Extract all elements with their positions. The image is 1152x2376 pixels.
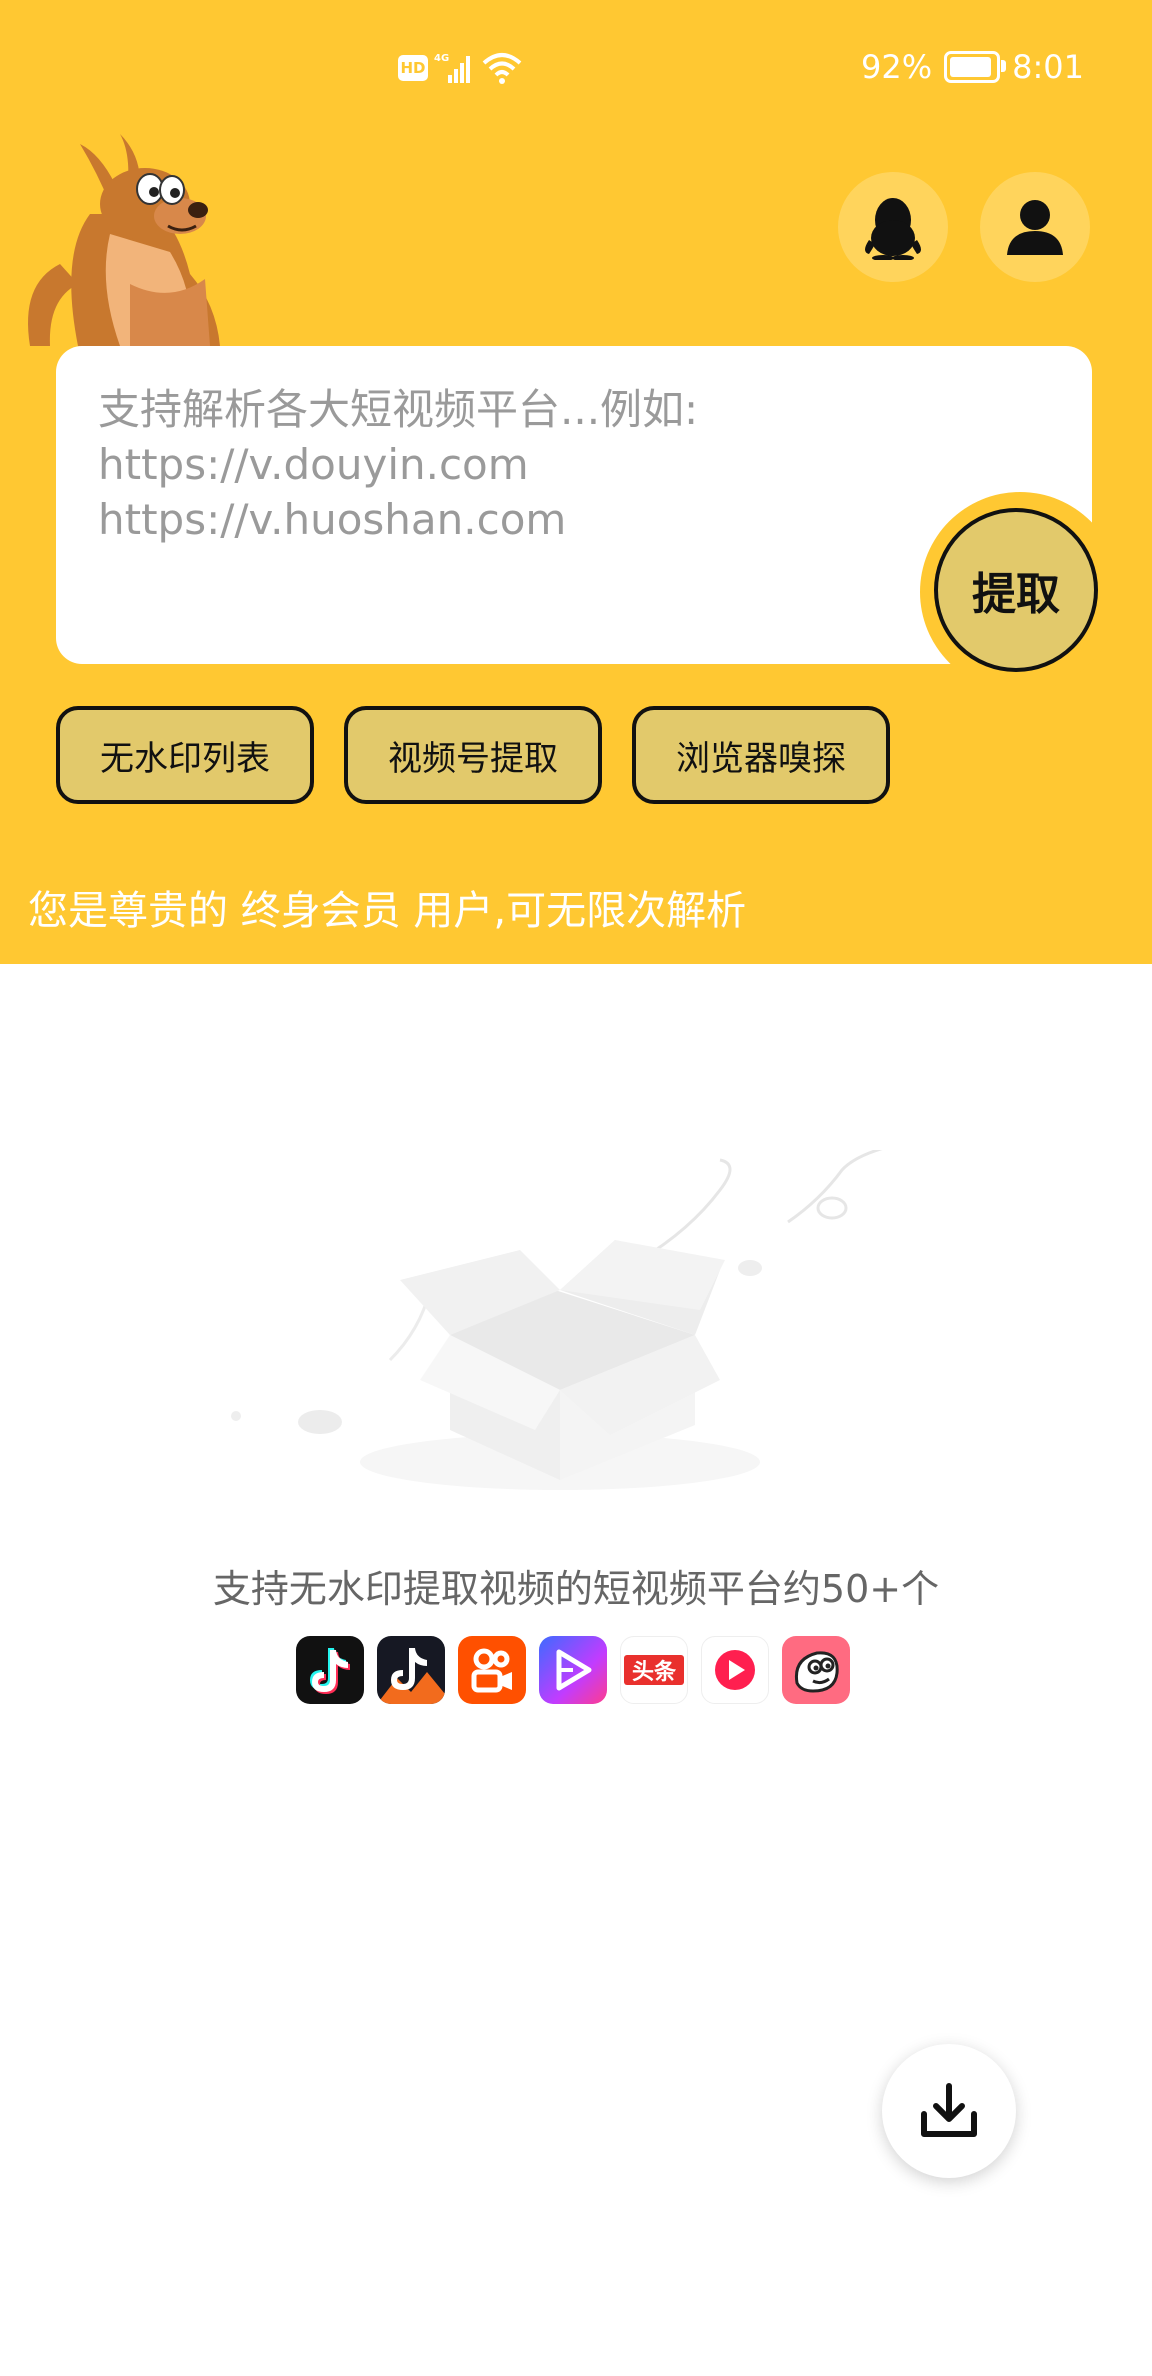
douyin-icon: [377, 1636, 445, 1704]
qq-button[interactable]: [838, 172, 948, 282]
membership-status: 您是尊贵的 终身会员 用户,可无限次解析: [28, 888, 747, 934]
clock: 8:01: [1012, 48, 1084, 86]
battery-icon: [944, 51, 1007, 83]
download-icon: [921, 2083, 977, 2137]
tool-buttons: 无水印列表 视频号提取 浏览器嗅探: [56, 706, 890, 804]
hd-badge: HD: [398, 55, 428, 81]
svg-text:4G: 4G: [434, 53, 449, 64]
signal-icon: 4G: [434, 53, 470, 83]
link-input-placeholder: 支持解析各大短视频平台...例如: https://v.douyin.com h…: [98, 385, 699, 544]
pipixia-icon: [782, 1636, 850, 1704]
signal-group: HD 4G: [398, 50, 522, 86]
platform-caption: 支持无水印提取视频的短视频平台约50+个: [212, 1567, 940, 1611]
download-button[interactable]: [882, 2044, 1016, 2178]
channels-extract-button[interactable]: 视频号提取: [344, 706, 602, 804]
watermark-free-list-button[interactable]: 无水印列表: [56, 706, 314, 804]
battery-percent: 92%: [861, 48, 933, 86]
empty-box-illustration: [231, 1150, 883, 1490]
header-area: HD 4G 92% 8:01 支持解析各大短视频平台...例如: https:/…: [0, 0, 1152, 964]
platform-icons: 头条: [296, 1636, 850, 1704]
user-icon: [1007, 200, 1063, 255]
qq-penguin-icon: [865, 198, 921, 260]
status-right: 92% 8:01: [861, 44, 1084, 90]
extract-button[interactable]: 提取: [934, 508, 1098, 672]
kuaishou-icon: [458, 1636, 526, 1704]
wifi-icon: [482, 53, 522, 84]
tiktok-icon: [296, 1636, 364, 1704]
battery-fill: [950, 57, 991, 77]
kangaroo-mascot-icon: [28, 134, 220, 346]
toutiao-text: 头条: [631, 1660, 676, 1685]
weishi-icon: [539, 1636, 607, 1704]
status-bar: HD 4G 92% 8:01: [0, 0, 1152, 134]
browser-sniff-button[interactable]: 浏览器嗅探: [632, 706, 890, 804]
toutiao-icon: 头条: [620, 1636, 688, 1704]
user-button[interactable]: [980, 172, 1090, 282]
xigua-icon: [701, 1636, 769, 1704]
